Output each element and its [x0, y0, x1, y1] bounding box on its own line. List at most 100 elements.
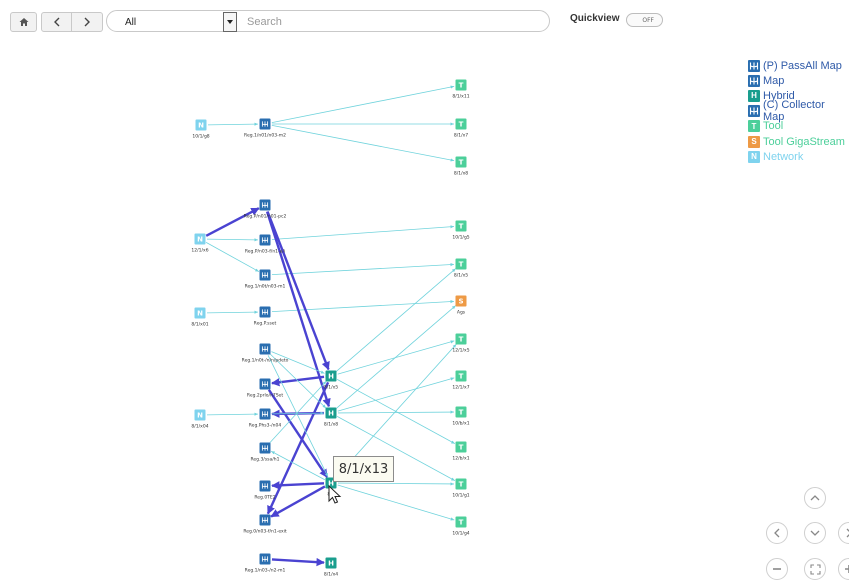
pan-left-button[interactable]	[766, 522, 788, 544]
pan-down-icon	[810, 530, 820, 536]
pan-up-button[interactable]	[804, 487, 826, 509]
graph-node[interactable]: H 8/1/x5	[324, 370, 338, 391]
node-label: 8/1/x5	[454, 273, 468, 279]
fit-view-icon	[809, 563, 821, 575]
node-label: 8/1/x5	[324, 385, 338, 391]
graph-node[interactable]: Reg.Phs3-/n04	[249, 408, 282, 429]
graph-edge[interactable]	[337, 484, 455, 521]
node-type-badge: T	[459, 82, 464, 90]
graph-node[interactable]: T 8/1/x8	[454, 156, 468, 177]
node-label: Reg.P/n01/n01-pc2	[244, 214, 287, 220]
mouse-cursor-icon	[328, 484, 342, 504]
zoom-out-button[interactable]	[766, 558, 788, 580]
node-label: 10/1/g1	[452, 493, 469, 499]
graph-edge[interactable]	[337, 482, 455, 486]
graph-node[interactable]: N 12/1/x6	[191, 233, 209, 254]
graph-node[interactable]: T 12/1/x7	[452, 370, 470, 391]
graph-node[interactable]: T 10/b/x1	[452, 406, 470, 427]
node-label: 10/1/g4	[452, 531, 469, 537]
node-label: Reg.Phs3-/n04	[249, 423, 282, 429]
graph-node[interactable]: T 12/b/x1	[452, 441, 470, 462]
graph-edge[interactable]	[206, 412, 259, 416]
graph-edge[interactable]	[271, 85, 455, 124]
graph-node[interactable]: S Ags	[455, 295, 467, 316]
graph-node[interactable]: Reg.P/n01/n01-pc2	[244, 199, 287, 220]
node-label: Reg.0TE2	[254, 495, 275, 501]
node-label: Ags	[457, 310, 466, 316]
graph-edge[interactable]	[270, 450, 326, 481]
graph-node[interactable]: Reg.P.sset	[254, 306, 277, 327]
node-label: 12/1/x6	[191, 248, 208, 254]
graph-edge[interactable]	[271, 375, 325, 387]
node-type-badge: T	[459, 409, 464, 417]
graph-edge[interactable]	[271, 225, 455, 240]
graph-edge[interactable]	[271, 124, 455, 162]
node-type-badge: H	[328, 560, 334, 568]
graph-edge[interactable]	[337, 410, 455, 414]
graph-edge[interactable]	[205, 242, 260, 272]
graph-node[interactable]: T 10/1/g5	[452, 220, 470, 241]
graph-node[interactable]: Reg.3/ssa/h1	[250, 442, 280, 463]
graph-node[interactable]: T 8/1/x11	[452, 79, 470, 100]
graph-node[interactable]: T 10/1/g1	[452, 478, 470, 499]
node-label: 8/1/x11	[452, 94, 469, 100]
pan-up-icon	[810, 495, 820, 501]
node-label: Reg.1/n03-/n2-m1	[245, 568, 286, 574]
node-label: 8/1/x8	[324, 422, 338, 428]
graph-node[interactable]: T 8/1/x5	[454, 258, 468, 279]
graph-node[interactable]: Reg.1/n0t/n03-m1	[245, 269, 286, 290]
node-type-badge: H	[328, 373, 334, 381]
node-type-badge: S	[458, 298, 463, 306]
graph-edge[interactable]	[271, 557, 325, 567]
graph-edge[interactable]	[271, 262, 455, 276]
graph-node[interactable]: T 10/1/g4	[452, 516, 470, 537]
fit-view-button[interactable]	[804, 558, 826, 580]
node-label: 8/1/x04	[191, 424, 208, 430]
node-label: Reg.1/n0t-/n/n/pdeto	[242, 358, 289, 364]
node-type-badge: T	[459, 373, 464, 381]
pan-right-icon	[846, 528, 849, 538]
graph-edge[interactable]	[206, 238, 259, 242]
graph-node[interactable]: T 12/1/x5	[452, 333, 470, 354]
node-label: 8/1/x01	[191, 322, 208, 328]
node-type-badge: N	[197, 412, 203, 420]
node-label: Reg.1/n01/n03-m2	[244, 133, 286, 139]
graph-edge[interactable]	[266, 211, 330, 371]
graph-edge[interactable]	[337, 377, 455, 412]
node-label: Reg.2prlo/n7Set	[247, 393, 283, 399]
graph-node[interactable]: Reg.0/n03-f/n1-exit	[243, 514, 287, 535]
node-type-badge: T	[459, 121, 464, 129]
pan-left-icon	[774, 528, 780, 538]
node-type-badge: N	[198, 122, 204, 130]
graph-node[interactable]: N 8/1/x04	[191, 409, 209, 430]
graph-node[interactable]: Reg.0TE2	[254, 480, 276, 501]
node-label: 10/1/g5	[452, 235, 469, 241]
graph-node[interactable]: H 8/1/x8	[324, 407, 338, 428]
node-label: Reg.3/ssa/h1	[250, 457, 279, 463]
node-label: Reg.1/n0t/n03-m1	[245, 284, 286, 290]
graph-node[interactable]: H 8/1/x4	[324, 557, 338, 578]
pan-down-button[interactable]	[804, 522, 826, 544]
graph-node[interactable]: T 8/1/x7	[454, 118, 468, 139]
node-label: Reg.P.sset	[254, 321, 277, 327]
node-label: 12/1/x5	[452, 348, 469, 354]
node-type-badge: T	[459, 444, 464, 452]
graph-edge[interactable]	[336, 305, 456, 409]
zoom-out-icon	[773, 568, 781, 570]
node-type-badge: T	[459, 336, 464, 344]
graph-node[interactable]: Reg.1/n03-/n2-m1	[245, 553, 286, 574]
graph-node[interactable]: N 10/1/g8	[192, 119, 210, 140]
graph-edge[interactable]	[206, 310, 259, 314]
nodes-layer: N10/1/g8 Reg.1/n01/n03-m2T8/1/x11T8/1/x7T…	[191, 79, 470, 578]
node-type-badge: T	[459, 481, 464, 489]
graph-node[interactable]: Reg.1/n0t-/n/n/pdeto	[242, 343, 289, 364]
node-type-badge: T	[459, 261, 464, 269]
graph-edge[interactable]	[336, 268, 456, 372]
node-label: 12/b/x1	[452, 456, 469, 462]
graph-node[interactable]: N 8/1/x01	[191, 307, 209, 328]
graph-node[interactable]: Reg.1/n01/n03-m2	[244, 118, 286, 139]
graph-edge[interactable]	[207, 122, 259, 126]
node-type-badge: T	[459, 519, 464, 527]
node-type-badge: T	[459, 223, 464, 231]
graph-edge[interactable]	[205, 207, 260, 237]
